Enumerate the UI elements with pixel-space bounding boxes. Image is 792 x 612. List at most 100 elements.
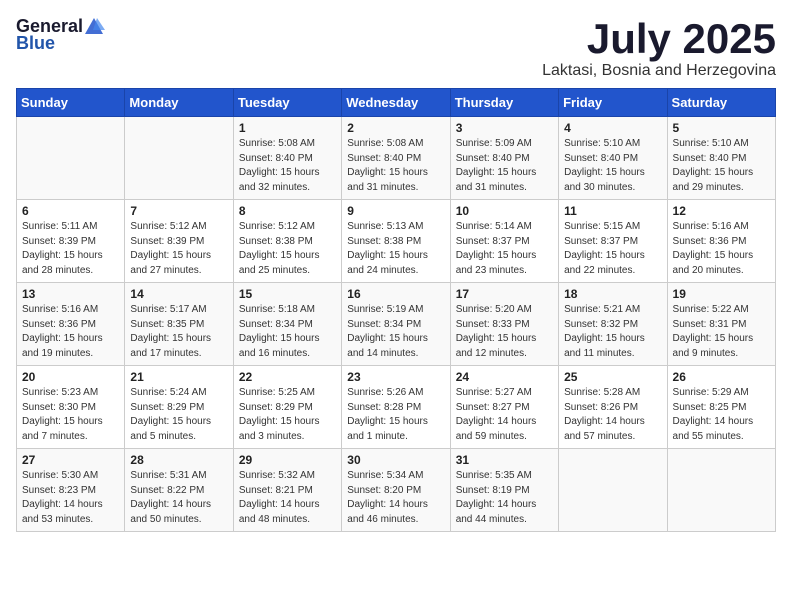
day-detail: Sunrise: 5:16 AMSunset: 8:36 PMDaylight:… bbox=[673, 220, 770, 278]
calendar-cell: 29 Sunrise: 5:32 AMSunset: 8:21 PMDayligh… bbox=[233, 449, 341, 532]
calendar-cell: 19 Sunrise: 5:22 AMSunset: 8:31 PMDayligh… bbox=[667, 283, 775, 366]
day-number: 29 bbox=[239, 453, 336, 467]
day-number: 28 bbox=[130, 453, 227, 467]
column-header-sunday: Sunday bbox=[17, 89, 125, 117]
calendar-cell: 11 Sunrise: 5:15 AMSunset: 8:37 PMDayligh… bbox=[559, 200, 667, 283]
calendar-cell: 12Sunrise: 5:16 AMSunset: 8:36 PMDayligh… bbox=[667, 200, 775, 283]
day-number: 23 bbox=[347, 370, 444, 384]
calendar-cell bbox=[17, 117, 125, 200]
day-detail: Sunrise: 5:15 AMSunset: 8:37 PMDaylight:… bbox=[564, 220, 661, 278]
calendar-cell: 10 Sunrise: 5:14 AMSunset: 8:37 PMDayligh… bbox=[450, 200, 558, 283]
day-detail: Sunrise: 5:25 AMSunset: 8:29 PMDaylight:… bbox=[239, 386, 336, 444]
day-detail: Sunrise: 5:21 AMSunset: 8:32 PMDaylight:… bbox=[564, 303, 661, 361]
day-number: 17 bbox=[456, 287, 553, 301]
day-detail: Sunrise: 5:22 AMSunset: 8:31 PMDaylight:… bbox=[673, 303, 770, 361]
day-detail: Sunrise: 5:27 AMSunset: 8:27 PMDaylight:… bbox=[456, 386, 553, 444]
calendar-cell: 25 Sunrise: 5:28 AMSunset: 8:26 PMDayligh… bbox=[559, 366, 667, 449]
day-number: 19 bbox=[673, 287, 770, 301]
day-number: 15 bbox=[239, 287, 336, 301]
day-detail: Sunrise: 5:08 AMSunset: 8:40 PMDaylight:… bbox=[239, 137, 336, 195]
calendar-cell: 23 Sunrise: 5:26 AMSunset: 8:28 PMDayligh… bbox=[342, 366, 450, 449]
day-number: 10 bbox=[456, 204, 553, 218]
calendar-cell: 28Sunrise: 5:31 AMSunset: 8:22 PMDayligh… bbox=[125, 449, 233, 532]
calendar-cell: 1 Sunrise: 5:08 AMSunset: 8:40 PMDaylight… bbox=[233, 117, 341, 200]
day-detail: Sunrise: 5:09 AMSunset: 8:40 PMDaylight:… bbox=[456, 137, 553, 195]
day-detail: Sunrise: 5:26 AMSunset: 8:28 PMDaylight:… bbox=[347, 386, 444, 444]
day-number: 4 bbox=[564, 121, 661, 135]
calendar-cell: 31 Sunrise: 5:35 AMSunset: 8:19 PMDayligh… bbox=[450, 449, 558, 532]
calendar-cell: 17 Sunrise: 5:20 AMSunset: 8:33 PMDayligh… bbox=[450, 283, 558, 366]
day-detail: Sunrise: 5:16 AMSunset: 8:36 PMDaylight:… bbox=[22, 303, 119, 361]
day-number: 11 bbox=[564, 204, 661, 218]
calendar-cell: 15 Sunrise: 5:18 AMSunset: 8:34 PMDayligh… bbox=[233, 283, 341, 366]
calendar-cell: 14Sunrise: 5:17 AMSunset: 8:35 PMDayligh… bbox=[125, 283, 233, 366]
calendar-cell bbox=[559, 449, 667, 532]
calendar-cell: 9 Sunrise: 5:13 AMSunset: 8:38 PMDaylight… bbox=[342, 200, 450, 283]
day-detail: Sunrise: 5:35 AMSunset: 8:19 PMDaylight:… bbox=[456, 469, 553, 527]
calendar-cell: 22 Sunrise: 5:25 AMSunset: 8:29 PMDayligh… bbox=[233, 366, 341, 449]
calendar-week-row: 6 Sunrise: 5:11 AMSunset: 8:39 PMDaylight… bbox=[17, 200, 776, 283]
day-number: 1 bbox=[239, 121, 336, 135]
calendar-cell: 5 Sunrise: 5:10 AMSunset: 8:40 PMDaylight… bbox=[667, 117, 775, 200]
calendar-cell bbox=[125, 117, 233, 200]
day-detail: Sunrise: 5:34 AMSunset: 8:20 PMDaylight:… bbox=[347, 469, 444, 527]
calendar-cell: 20 Sunrise: 5:23 AMSunset: 8:30 PMDayligh… bbox=[17, 366, 125, 449]
day-detail: Sunrise: 5:17 AMSunset: 8:35 PMDaylight:… bbox=[130, 303, 227, 361]
day-detail: Sunrise: 5:19 AMSunset: 8:34 PMDaylight:… bbox=[347, 303, 444, 361]
day-detail: Sunrise: 5:10 AMSunset: 8:40 PMDaylight:… bbox=[673, 137, 770, 195]
day-number: 8 bbox=[239, 204, 336, 218]
day-detail: Sunrise: 5:08 AMSunset: 8:40 PMDaylight:… bbox=[347, 137, 444, 195]
calendar-cell: 3Sunrise: 5:09 AMSunset: 8:40 PMDaylight… bbox=[450, 117, 558, 200]
day-number: 26 bbox=[673, 370, 770, 384]
day-detail: Sunrise: 5:29 AMSunset: 8:25 PMDaylight:… bbox=[673, 386, 770, 444]
column-header-saturday: Saturday bbox=[667, 89, 775, 117]
logo-blue: Blue bbox=[16, 34, 55, 54]
location-title: Laktasi, Bosnia and Herzegovina bbox=[542, 62, 776, 80]
calendar-cell: 18 Sunrise: 5:21 AMSunset: 8:32 PMDayligh… bbox=[559, 283, 667, 366]
calendar-week-row: 20 Sunrise: 5:23 AMSunset: 8:30 PMDayligh… bbox=[17, 366, 776, 449]
day-number: 20 bbox=[22, 370, 119, 384]
calendar-cell: 16 Sunrise: 5:19 AMSunset: 8:34 PMDayligh… bbox=[342, 283, 450, 366]
calendar-cell: 7 Sunrise: 5:12 AMSunset: 8:39 PMDaylight… bbox=[125, 200, 233, 283]
day-detail: Sunrise: 5:32 AMSunset: 8:21 PMDaylight:… bbox=[239, 469, 336, 527]
day-number: 6 bbox=[22, 204, 119, 218]
day-detail: Sunrise: 5:10 AMSunset: 8:40 PMDaylight:… bbox=[564, 137, 661, 195]
day-detail: Sunrise: 5:24 AMSunset: 8:29 PMDaylight:… bbox=[130, 386, 227, 444]
calendar-cell: 13Sunrise: 5:16 AMSunset: 8:36 PMDayligh… bbox=[17, 283, 125, 366]
day-detail: Sunrise: 5:11 AMSunset: 8:39 PMDaylight:… bbox=[22, 220, 119, 278]
day-number: 22 bbox=[239, 370, 336, 384]
calendar-cell: 30Sunrise: 5:34 AMSunset: 8:20 PMDayligh… bbox=[342, 449, 450, 532]
day-detail: Sunrise: 5:13 AMSunset: 8:38 PMDaylight:… bbox=[347, 220, 444, 278]
day-detail: Sunrise: 5:12 AMSunset: 8:38 PMDaylight:… bbox=[239, 220, 336, 278]
day-number: 16 bbox=[347, 287, 444, 301]
day-number: 9 bbox=[347, 204, 444, 218]
day-number: 25 bbox=[564, 370, 661, 384]
day-number: 5 bbox=[673, 121, 770, 135]
calendar-cell bbox=[667, 449, 775, 532]
calendar-cell: 26 Sunrise: 5:29 AMSunset: 8:25 PMDayligh… bbox=[667, 366, 775, 449]
calendar-cell: 27Sunrise: 5:30 AMSunset: 8:23 PMDayligh… bbox=[17, 449, 125, 532]
column-header-tuesday: Tuesday bbox=[233, 89, 341, 117]
day-detail: Sunrise: 5:20 AMSunset: 8:33 PMDaylight:… bbox=[456, 303, 553, 361]
day-number: 18 bbox=[564, 287, 661, 301]
column-header-thursday: Thursday bbox=[450, 89, 558, 117]
calendar-cell: 6 Sunrise: 5:11 AMSunset: 8:39 PMDaylight… bbox=[17, 200, 125, 283]
day-number: 21 bbox=[130, 370, 227, 384]
title-area: July 2025 Laktasi, Bosnia and Herzegovin… bbox=[542, 16, 776, 80]
day-detail: Sunrise: 5:28 AMSunset: 8:26 PMDaylight:… bbox=[564, 386, 661, 444]
header: General Blue July 2025 Laktasi, Bosnia a… bbox=[16, 16, 776, 80]
calendar-week-row: 13Sunrise: 5:16 AMSunset: 8:36 PMDayligh… bbox=[17, 283, 776, 366]
calendar-cell: 8 Sunrise: 5:12 AMSunset: 8:38 PMDaylight… bbox=[233, 200, 341, 283]
calendar-cell: 21 Sunrise: 5:24 AMSunset: 8:29 PMDayligh… bbox=[125, 366, 233, 449]
day-detail: Sunrise: 5:30 AMSunset: 8:23 PMDaylight:… bbox=[22, 469, 119, 527]
calendar-header-row: SundayMondayTuesdayWednesdayThursdayFrid… bbox=[17, 89, 776, 117]
month-title: July 2025 bbox=[542, 16, 776, 62]
day-detail: Sunrise: 5:18 AMSunset: 8:34 PMDaylight:… bbox=[239, 303, 336, 361]
day-detail: Sunrise: 5:14 AMSunset: 8:37 PMDaylight:… bbox=[456, 220, 553, 278]
day-detail: Sunrise: 5:12 AMSunset: 8:39 PMDaylight:… bbox=[130, 220, 227, 278]
logo: General Blue bbox=[16, 16, 105, 54]
day-number: 7 bbox=[130, 204, 227, 218]
day-number: 31 bbox=[456, 453, 553, 467]
day-number: 2 bbox=[347, 121, 444, 135]
day-detail: Sunrise: 5:23 AMSunset: 8:30 PMDaylight:… bbox=[22, 386, 119, 444]
